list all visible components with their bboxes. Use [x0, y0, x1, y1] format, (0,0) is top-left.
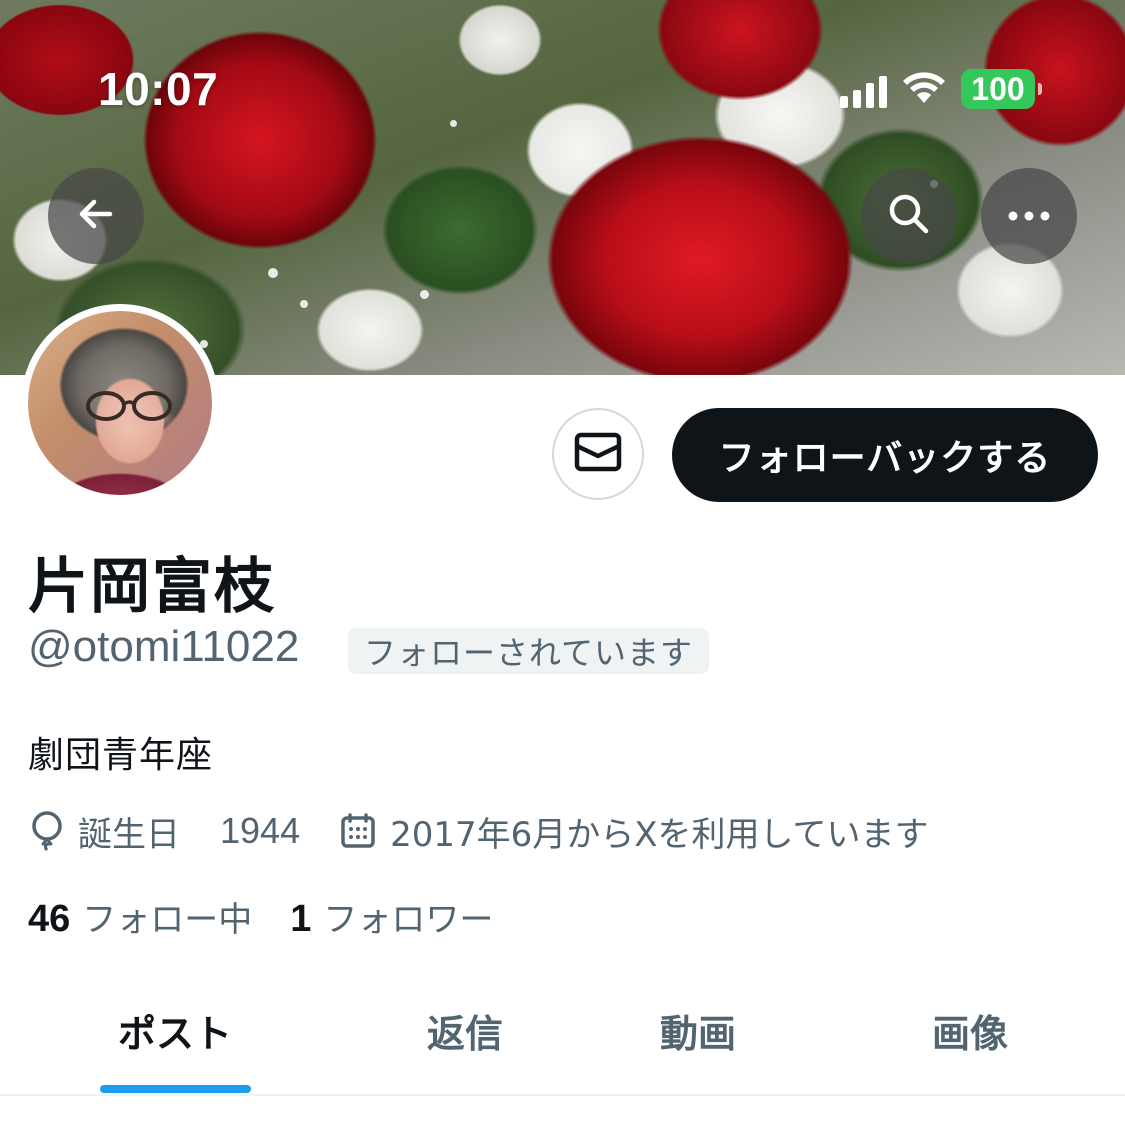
following-count: 46: [28, 897, 71, 940]
birthday-label: 誕生日: [78, 814, 180, 855]
more-button[interactable]: [981, 168, 1077, 264]
profile-tabs: ポスト 返信 動画 画像: [0, 990, 1125, 1094]
back-button[interactable]: [48, 168, 144, 264]
following-label: フォロー中: [82, 899, 253, 940]
active-tab-indicator: [100, 1085, 251, 1093]
status-bar-time: 10:07: [98, 63, 219, 115]
profile-screen: 10:07 100 フォローバックする 片岡富枝 @otomi11022 フォロ…: [0, 0, 1125, 1129]
profile-meta: 誕生日 1944 2017年6月からXを利用しています: [30, 806, 929, 856]
profile-handle: @otomi11022: [28, 622, 300, 671]
message-button[interactable]: [552, 408, 644, 500]
envelope-icon: [574, 432, 622, 476]
avatar-photo: [28, 311, 212, 495]
followers-link[interactable]: 1 フォロワー: [290, 892, 493, 941]
calendar-icon: [340, 813, 376, 849]
tabs-divider: [0, 1094, 1125, 1096]
tab-images[interactable]: 画像: [855, 990, 1085, 1070]
glasses-shape: [86, 391, 172, 421]
follow-stats: 46 フォロー中 1 フォロワー: [28, 892, 493, 940]
tab-replies[interactable]: 返信: [350, 990, 580, 1070]
profile-bio: 劇団青年座: [28, 735, 214, 776]
birthday-year: 1944: [220, 810, 301, 851]
search-button[interactable]: [861, 168, 957, 264]
balloon-icon: [30, 811, 64, 851]
banner-flower-speck: [420, 290, 429, 299]
follow-back-button[interactable]: フォローバックする: [672, 408, 1098, 502]
following-link[interactable]: 46 フォロー中: [28, 892, 252, 941]
joined-date: 2017年6月からXを利用しています: [390, 814, 929, 855]
cellular-signal-icon: [840, 70, 887, 108]
followers-label: フォロワー: [323, 899, 494, 940]
avatar[interactable]: [21, 304, 219, 502]
status-bar-indicators: 100: [840, 68, 1042, 110]
arrow-left-icon: [74, 192, 118, 240]
tab-videos[interactable]: 動画: [583, 990, 813, 1070]
follows-you-badge: フォローされています: [348, 628, 710, 674]
display-name: 片岡富枝: [28, 552, 276, 622]
banner-flower-speck: [268, 268, 278, 278]
battery-level: 100: [971, 70, 1025, 107]
followers-count: 1: [290, 897, 312, 940]
wifi-icon: [901, 69, 947, 109]
more-horizontal-icon: [1007, 207, 1051, 226]
battery-indicator: 100: [961, 69, 1042, 109]
tab-posts[interactable]: ポスト: [60, 990, 290, 1070]
search-icon: [886, 191, 932, 241]
banner-flower-speck: [450, 120, 457, 127]
banner-flower-speck: [300, 300, 308, 308]
